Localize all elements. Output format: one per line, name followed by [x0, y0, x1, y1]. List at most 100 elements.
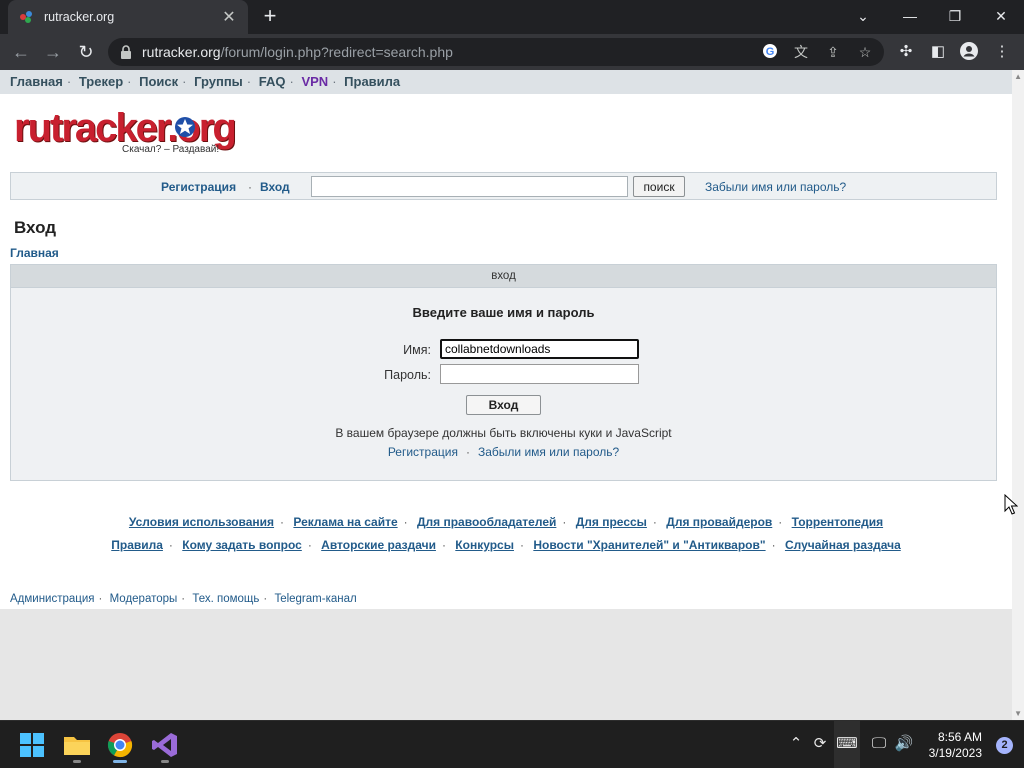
share-icon[interactable]: ⇪ [823, 43, 843, 61]
minimize-icon[interactable]: — [895, 4, 925, 28]
nav-groups[interactable]: Группы [194, 74, 243, 89]
tab-title: rutracker.org [44, 10, 115, 24]
taskbar-clock[interactable]: 8:56 AM 3/19/2023 [929, 729, 982, 761]
login-prompt: Введите ваше имя и пароль [412, 305, 595, 320]
reload-icon[interactable]: ↻ [73, 40, 99, 64]
side-panel-icon[interactable]: ◧ [927, 42, 949, 62]
clock-date: 3/19/2023 [928, 746, 982, 760]
browser-tab-strip: rutracker.org ✕ + ⌄ — ❐ ✕ [0, 0, 1024, 34]
lock-icon [121, 45, 131, 59]
bottom-link-telegram[interactable]: Telegram-канал [274, 593, 356, 605]
visual-studio-icon [152, 733, 177, 757]
footer-link-terms[interactable]: Условия использования [129, 515, 274, 529]
footer-link-providers[interactable]: Для провайдеров [666, 515, 772, 529]
logo-tagline: Скачал? – Раздавай! [122, 144, 220, 155]
footer-link-ads[interactable]: Реклама на сайте [293, 515, 397, 529]
url-text: rutracker.org/forum/login.php?redirect=s… [142, 44, 453, 60]
search-input[interactable] [311, 176, 628, 197]
notification-badge[interactable]: 2 [996, 737, 1013, 754]
browser-toolbar: ← → ↻ rutracker.org/forum/login.php?redi… [0, 34, 1024, 70]
mouse-cursor-icon [1004, 494, 1018, 515]
footer-link-random[interactable]: Случайная раздача [785, 538, 901, 552]
scroll-up-icon[interactable]: ▲ [1014, 72, 1022, 81]
login-form-header: вход [11, 265, 996, 288]
cookie-notice: В вашем браузере должны быть включены ку… [335, 426, 672, 440]
keyboard-icon[interactable]: ⌨ [836, 733, 858, 755]
page-viewport: Главная · Трекер · Поиск · Группы · FAQ · VPN… [0, 70, 1024, 720]
back-icon[interactable]: ← [8, 40, 34, 64]
form-register-link[interactable]: Регистрация [388, 445, 458, 459]
taskbar-visual-studio[interactable] [149, 729, 181, 763]
taskbar-chrome[interactable] [104, 729, 136, 763]
nav-rules[interactable]: Правила [344, 74, 400, 89]
menu-kebab-icon[interactable]: ⋮ [991, 42, 1013, 62]
bookmark-star-icon[interactable]: ☆ [855, 43, 875, 61]
restore-icon[interactable]: ❐ [940, 4, 970, 28]
sync-icon[interactable]: ⟳ [809, 733, 831, 755]
footer-links-row-2: Правила · Кому задать вопрос · Авторские р… [111, 538, 901, 552]
page-scrollbar[interactable]: ▲ ▼ [1012, 70, 1024, 720]
bottom-link-support[interactable]: Тех. помощь [192, 593, 259, 605]
scroll-down-icon[interactable]: ▼ [1014, 709, 1022, 718]
separator-dot: · [248, 180, 252, 194]
folder-icon [64, 737, 90, 755]
volume-icon[interactable]: 🔊 [893, 733, 915, 755]
nav-vpn[interactable]: VPN [301, 74, 328, 89]
nav-tracker[interactable]: Трекер [79, 74, 123, 89]
page-title: Вход [14, 218, 57, 237]
site-top-nav: Главная · Трекер · Поиск · Группы · FAQ · VPN… [0, 70, 1012, 94]
footer-links-row-1: Условия использования · Реклама на сайте ·… [128, 515, 884, 529]
forward-icon[interactable]: → [40, 40, 66, 64]
close-tab-icon[interactable]: ✕ [220, 7, 238, 27]
bottom-staff-links: Администрация · Модераторы · Тех. помощь · … [10, 593, 357, 605]
extensions-icon[interactable]: ✣ [895, 42, 917, 62]
bottom-link-moderators[interactable]: Модераторы [110, 593, 178, 605]
forgot-password-link[interactable]: Забыли имя или пароль? [705, 180, 846, 194]
tab-search-icon[interactable]: ⌄ [848, 4, 878, 28]
footer-link-keepers-news[interactable]: Новости "Хранителей" и "Антикваров" [533, 538, 765, 552]
logo-star-icon [175, 117, 195, 137]
login-form-box: вход Введите ваше имя и пароль Имя: Паро… [10, 264, 997, 481]
tray-overflow-chevron-icon[interactable]: ⌃ [785, 733, 807, 755]
login-link[interactable]: Вход [260, 180, 290, 194]
bottom-link-admin[interactable]: Администрация [10, 593, 95, 605]
password-field[interactable] [440, 364, 639, 384]
new-tab-icon[interactable]: + [258, 4, 282, 28]
address-bar[interactable]: rutracker.org/forum/login.php?redirect=s… [108, 38, 884, 66]
close-window-icon[interactable]: ✕ [986, 4, 1016, 28]
windows-logo-icon [20, 733, 44, 757]
nav-search[interactable]: Поиск [139, 74, 178, 89]
username-field[interactable] [440, 339, 639, 359]
google-lens-icon[interactable]: G [760, 43, 780, 61]
login-form-links: Регистрация · Забыли имя или пароль? [387, 445, 620, 459]
register-link[interactable]: Регистрация [161, 180, 236, 194]
site-logo[interactable]: rutracker.org Скачал? – Раздавай! [14, 106, 254, 158]
rutracker-favicon-icon [20, 11, 32, 23]
start-button[interactable] [16, 729, 48, 761]
page-bottom-area [0, 609, 1012, 720]
footer-link-press[interactable]: Для прессы [576, 515, 647, 529]
chrome-icon [107, 733, 133, 758]
breadcrumb-home[interactable]: Главная [10, 246, 59, 260]
translate-icon[interactable]: 文 [791, 43, 811, 61]
footer-link-contests[interactable]: Конкурсы [455, 538, 514, 552]
password-label: Пароль: [384, 368, 431, 382]
profile-icon[interactable] [958, 42, 980, 62]
login-bar: Регистрация · Вход поиск Забыли имя или … [10, 172, 997, 200]
search-button[interactable]: поиск [633, 176, 685, 197]
username-label: Имя: [403, 343, 431, 357]
nav-home[interactable]: Главная [10, 74, 63, 89]
footer-link-torrentopedia[interactable]: Торрентопедия [792, 515, 883, 529]
clock-time: 8:56 AM [937, 730, 982, 744]
footer-link-rules[interactable]: Правила [111, 538, 163, 552]
svg-text:G: G [766, 46, 775, 58]
footer-link-author-releases[interactable]: Авторские раздачи [321, 538, 436, 552]
footer-link-rightholders[interactable]: Для правообладателей [417, 515, 556, 529]
network-icon[interactable]: 🖵 [868, 733, 890, 755]
taskbar-file-explorer[interactable] [61, 729, 93, 763]
nav-faq[interactable]: FAQ [259, 74, 286, 89]
login-submit-button[interactable]: Вход [466, 395, 541, 415]
browser-tab[interactable]: rutracker.org ✕ [8, 0, 248, 34]
form-forgot-link[interactable]: Забыли имя или пароль? [478, 445, 619, 459]
footer-link-ask[interactable]: Кому задать вопрос [182, 538, 302, 552]
